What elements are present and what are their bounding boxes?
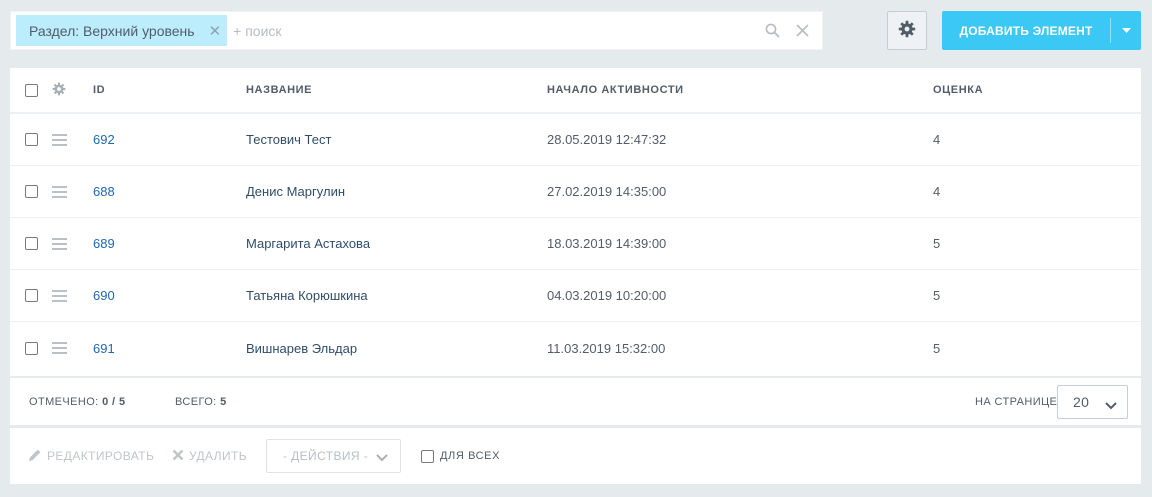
settings-button[interactable] [887, 11, 927, 50]
search-input[interactable] [233, 15, 762, 46]
selected-value: 0 / 5 [102, 395, 126, 408]
edit-label: РЕДАКТИРОВАТЬ [47, 449, 155, 463]
row-select-cell [25, 270, 38, 321]
row-checkbox[interactable] [25, 289, 38, 302]
group-actions-panel: РЕДАКТИРОВАТЬ УДАЛИТЬ - ДЕЙСТВИЯ - ДЛЯ В… [10, 428, 1141, 484]
row-rating: 5 [933, 288, 941, 303]
filter-tag-remove-icon[interactable]: ✕ [209, 22, 222, 40]
row-id[interactable]: 689 [93, 218, 115, 269]
drag-handle-icon[interactable] [52, 342, 67, 354]
row-name[interactable]: Тестович Тест [246, 114, 331, 165]
row-name[interactable]: Маргарита Астахова [246, 218, 370, 269]
table-footer: ОТМЕЧЕНО: 0 / 5 ВСЕГО: 5 НА СТРАНИЦЕ: 20 [10, 378, 1141, 425]
row-select-cell [25, 166, 38, 217]
delete-button[interactable]: УДАЛИТЬ [172, 428, 247, 484]
row-drag-cell [52, 270, 67, 321]
total-value: 5 [220, 395, 227, 408]
row-name[interactable]: Вишнарев Эльдар [246, 322, 357, 374]
edit-button[interactable]: РЕДАКТИРОВАТЬ [28, 428, 154, 484]
row-drag-cell [52, 322, 67, 374]
column-settings-cell [52, 68, 66, 112]
pencil-icon [28, 448, 42, 465]
table-row[interactable]: 690 Татьяна Корюшкина 04.03.2019 10:20:0… [10, 270, 1141, 322]
row-checkbox[interactable] [25, 185, 38, 198]
row-select-cell [25, 218, 38, 269]
delete-label: УДАЛИТЬ [189, 449, 247, 463]
column-header-id[interactable]: ID [93, 68, 105, 112]
table-row[interactable]: 689 Маргарита Астахова 18.03.2019 14:39:… [10, 218, 1141, 270]
row-drag-cell [52, 166, 67, 217]
row-select-cell [25, 114, 38, 165]
cross-icon [172, 449, 184, 464]
add-element-button[interactable]: ДОБАВИТЬ ЭЛЕМЕНТ [942, 11, 1141, 50]
row-rating: 4 [933, 132, 941, 147]
row-name[interactable]: Денис Маргулин [246, 166, 345, 217]
for-all-checkbox[interactable] [421, 449, 434, 463]
drag-handle-icon[interactable] [52, 289, 67, 302]
drag-handle-icon[interactable] [52, 237, 67, 250]
row-rating: 5 [933, 340, 941, 356]
row-checkbox[interactable] [25, 341, 38, 355]
column-header-active-from[interactable]: НАЧАЛО АКТИВНОСТИ [547, 68, 684, 112]
row-drag-cell [52, 218, 67, 269]
close-icon[interactable] [792, 21, 812, 41]
row-active-from: 18.03.2019 14:39:00 [547, 236, 667, 251]
column-header-name[interactable]: НАЗВАНИЕ [246, 68, 312, 112]
select-all-cell [25, 68, 38, 112]
table-row[interactable]: 688 Денис Маргулин 27.02.2019 14:35:00 4 [10, 166, 1141, 218]
drag-handle-icon[interactable] [52, 185, 67, 198]
row-id[interactable]: 691 [93, 322, 115, 374]
row-checkbox[interactable] [25, 133, 38, 146]
total-counter: ВСЕГО: 5 [175, 378, 227, 425]
selected-counter: ОТМЕЧЕНО: 0 / 5 [29, 378, 125, 425]
per-page-value: 20 [1073, 394, 1090, 410]
selected-label: ОТМЕЧЕНО: [29, 395, 99, 408]
for-all-label: ДЛЯ ВСЕХ [440, 450, 501, 462]
per-page-select[interactable]: 20 [1057, 385, 1128, 419]
table-row[interactable]: 692 Тестович Тест 28.05.2019 12:47:32 4 [10, 114, 1141, 166]
row-rating: 4 [933, 184, 941, 199]
select-all-checkbox[interactable] [25, 83, 38, 97]
add-element-dropdown-icon[interactable] [1111, 27, 1141, 34]
filter-tag-label: Раздел: Верхний уровень [29, 22, 195, 39]
filter-tag[interactable]: Раздел: Верхний уровень ✕ [16, 15, 228, 46]
chevron-down-icon [1105, 397, 1117, 413]
chevron-down-icon [376, 451, 388, 465]
filter-search-box[interactable]: Раздел: Верхний уровень ✕ [10, 11, 823, 50]
search-icon[interactable] [762, 21, 782, 41]
row-active-from: 11.03.2019 15:32:00 [547, 340, 666, 356]
table-row[interactable]: 691 Вишнарев Эльдар 11.03.2019 15:32:00 … [10, 322, 1141, 374]
per-page-label: НА СТРАНИЦЕ: [975, 395, 1061, 408]
row-rating: 5 [933, 236, 941, 251]
row-select-cell [25, 322, 38, 374]
drag-handle-icon[interactable] [52, 133, 67, 146]
for-all-option[interactable]: ДЛЯ ВСЕХ [421, 428, 500, 484]
elements-table: ID НАЗВАНИЕ НАЧАЛО АКТИВНОСТИ ОЦЕНКА 692… [10, 68, 1141, 376]
actions-select-value: - ДЕЙСТВИЯ - [283, 449, 369, 463]
row-id[interactable]: 690 [93, 270, 115, 321]
row-id[interactable]: 688 [93, 166, 115, 217]
table-body: 692 Тестович Тест 28.05.2019 12:47:32 4 … [10, 114, 1141, 374]
row-active-from: 28.05.2019 12:47:32 [547, 132, 667, 147]
gear-icon [898, 20, 916, 41]
actions-select[interactable]: - ДЕЙСТВИЯ - [266, 439, 401, 473]
row-drag-cell [52, 114, 67, 165]
column-header-rating[interactable]: ОЦЕНКА [933, 68, 983, 112]
add-element-label: ДОБАВИТЬ ЭЛЕМЕНТ [959, 23, 1093, 38]
row-id[interactable]: 692 [93, 114, 115, 165]
row-active-from: 04.03.2019 10:20:00 [547, 288, 667, 303]
row-active-from: 27.02.2019 14:35:00 [547, 184, 667, 199]
total-label: ВСЕГО: [175, 395, 217, 408]
row-checkbox[interactable] [25, 237, 38, 250]
row-name[interactable]: Татьяна Корюшкина [246, 270, 368, 321]
column-settings-gear-icon[interactable] [52, 82, 66, 99]
table-header: ID НАЗВАНИЕ НАЧАЛО АКТИВНОСТИ ОЦЕНКА [10, 68, 1141, 114]
